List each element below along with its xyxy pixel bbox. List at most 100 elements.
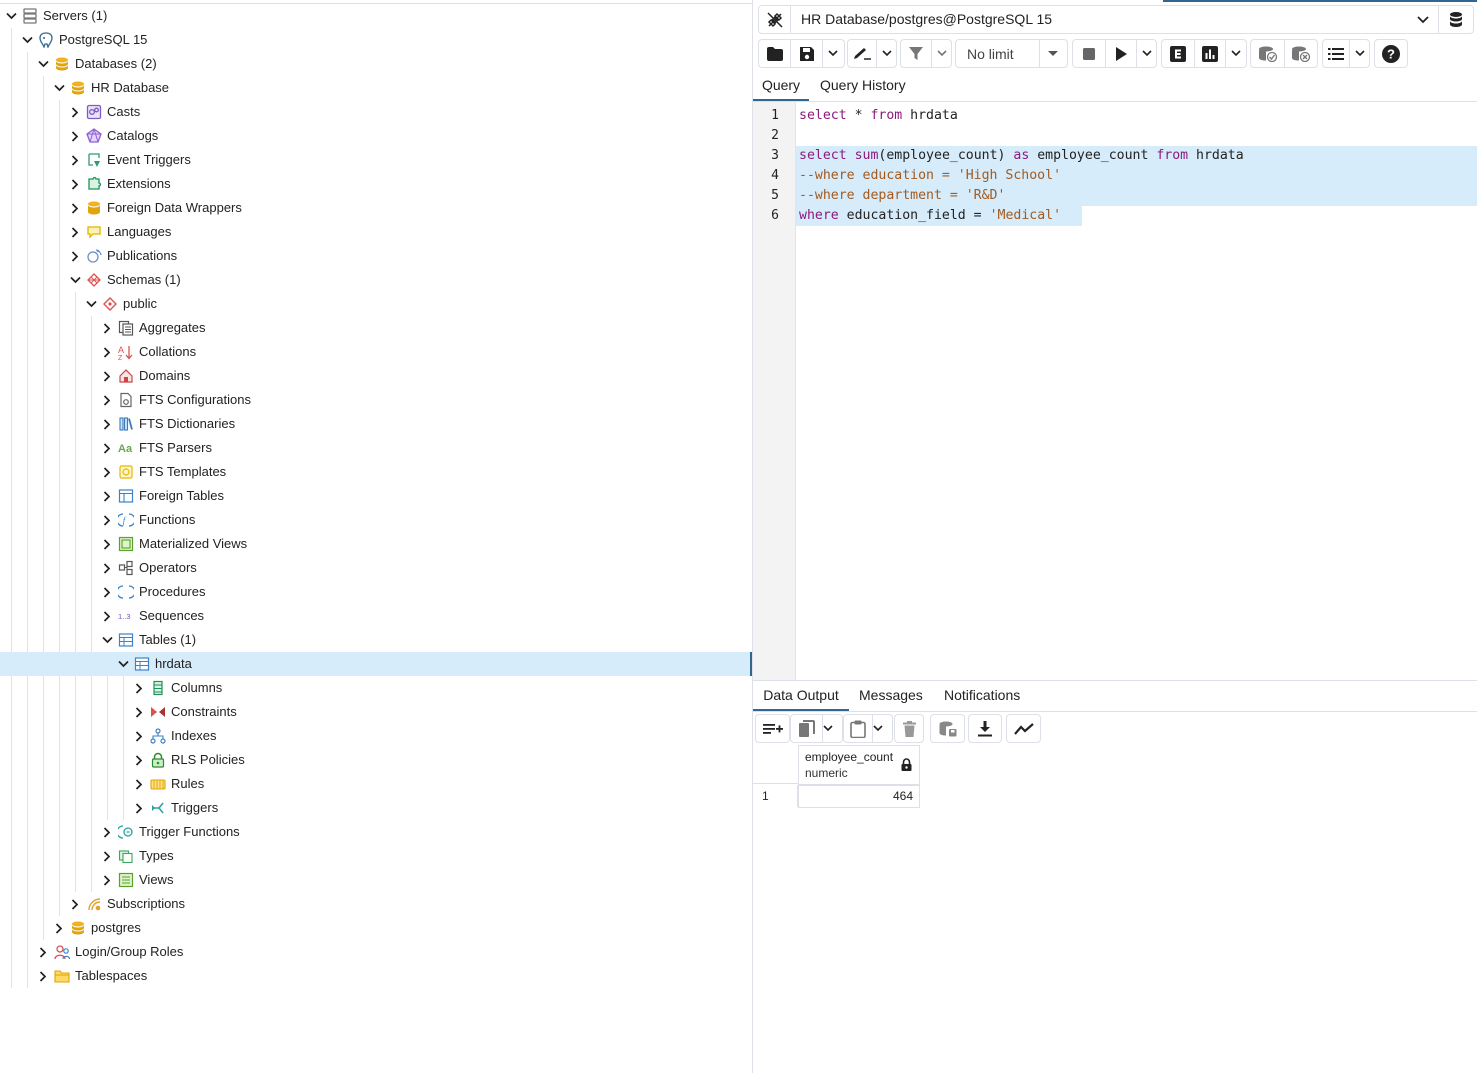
- filter-options-dropdown[interactable]: [932, 40, 951, 67]
- tree-node-databases-2[interactable]: Databases (2): [0, 52, 752, 76]
- chevron-right-icon[interactable]: [69, 220, 81, 244]
- tree-node-trigger-functions[interactable]: Trigger Functions: [0, 820, 752, 844]
- chevron-down-icon[interactable]: [69, 268, 81, 292]
- execute-button[interactable]: [1106, 40, 1137, 67]
- chevron-down-icon[interactable]: [101, 628, 113, 652]
- chevron-right-icon[interactable]: [101, 508, 113, 532]
- tree-node-fts-dictionaries[interactable]: FTS Dictionaries: [0, 412, 752, 436]
- tree-node-catalogs[interactable]: Catalogs: [0, 124, 752, 148]
- tab-messages[interactable]: Messages: [859, 681, 923, 709]
- explain-analyze-button[interactable]: [1195, 40, 1226, 67]
- tree-node-triggers[interactable]: Triggers: [0, 796, 752, 820]
- tree-node-materialized-views[interactable]: Materialized Views: [0, 532, 752, 556]
- chevron-down-icon[interactable]: [21, 28, 33, 52]
- chevron-right-icon[interactable]: [69, 100, 81, 124]
- add-row-button[interactable]: [755, 714, 790, 743]
- tree-node-constraints[interactable]: Constraints: [0, 700, 752, 724]
- chevron-right-icon[interactable]: [101, 316, 113, 340]
- chevron-right-icon[interactable]: [101, 844, 113, 868]
- chevron-down-icon[interactable]: [5, 4, 17, 28]
- connection-status-icon[interactable]: [759, 6, 791, 33]
- tree-node-hr-database[interactable]: HR Database: [0, 76, 752, 100]
- chevron-right-icon[interactable]: [133, 724, 145, 748]
- stop-button[interactable]: [1073, 40, 1106, 67]
- copy-button[interactable]: [791, 715, 823, 742]
- tree-node-extensions[interactable]: Extensions: [0, 172, 752, 196]
- chevron-down-icon[interactable]: [85, 292, 97, 316]
- macros-options-dropdown[interactable]: [1350, 40, 1369, 67]
- chevron-right-icon[interactable]: [101, 460, 113, 484]
- tree-node-indexes[interactable]: Indexes: [0, 724, 752, 748]
- chevron-right-icon[interactable]: [101, 340, 113, 364]
- rollback-button[interactable]: [1285, 40, 1317, 67]
- chevron-right-icon[interactable]: [101, 484, 113, 508]
- tree-node-types[interactable]: Types: [0, 844, 752, 868]
- chevron-right-icon[interactable]: [69, 148, 81, 172]
- paste-button[interactable]: [844, 715, 873, 742]
- tab-data-output[interactable]: Data Output: [753, 681, 849, 711]
- tree-node-functions[interactable]: f Functions: [0, 508, 752, 532]
- macros-button[interactable]: [1323, 40, 1350, 67]
- chevron-right-icon[interactable]: [69, 124, 81, 148]
- edit-button[interactable]: [848, 40, 877, 67]
- save-options-dropdown[interactable]: [823, 40, 842, 67]
- save-file-button[interactable]: [791, 40, 823, 67]
- chevron-down-icon[interactable]: [53, 76, 65, 100]
- execute-options-dropdown[interactable]: [1137, 40, 1156, 67]
- tree-node-tablespaces[interactable]: Tablespaces: [0, 964, 752, 988]
- tree-node-subscriptions[interactable]: Subscriptions: [0, 892, 752, 916]
- tree-node-languages[interactable]: Languages: [0, 220, 752, 244]
- chevron-right-icon[interactable]: [101, 820, 113, 844]
- chevron-right-icon[interactable]: [101, 364, 113, 388]
- tree-node-rls-policies[interactable]: RLS Policies: [0, 748, 752, 772]
- tab-query[interactable]: Query: [753, 71, 809, 101]
- paste-options-dropdown[interactable]: [873, 715, 883, 742]
- row-limit-select[interactable]: No limit: [955, 39, 1068, 68]
- row-limit-value[interactable]: No limit: [956, 40, 1040, 67]
- download-button[interactable]: [968, 714, 1002, 743]
- chevron-right-icon[interactable]: [69, 172, 81, 196]
- tree-node-aggregates[interactable]: Aggregates: [0, 316, 752, 340]
- tree-node-login-group-roles[interactable]: Login/Group Roles: [0, 940, 752, 964]
- chevron-down-icon[interactable]: [1408, 6, 1438, 33]
- connection-label[interactable]: HR Database/postgres@PostgreSQL 15: [791, 6, 1408, 33]
- tree-node-procedures[interactable]: Procedures: [0, 580, 752, 604]
- chevron-right-icon[interactable]: [69, 244, 81, 268]
- chevron-right-icon[interactable]: [69, 892, 81, 916]
- tree-node-fts-configurations[interactable]: FTS Configurations: [0, 388, 752, 412]
- row-number[interactable]: 1: [753, 785, 798, 807]
- explain-options-dropdown[interactable]: [1226, 40, 1245, 67]
- tree-node-foreign-tables[interactable]: Foreign Tables: [0, 484, 752, 508]
- save-data-button[interactable]: [930, 714, 965, 743]
- tree-node-fts-parsers[interactable]: Aa FTS Parsers: [0, 436, 752, 460]
- tree-node-hrdata[interactable]: hrdata: [0, 652, 752, 676]
- tree-node-schemas-1[interactable]: Schemas (1): [0, 268, 752, 292]
- tree-node-views[interactable]: Views: [0, 868, 752, 892]
- tree-node-collations[interactable]: A Z Collations: [0, 340, 752, 364]
- tree-node-fts-templates[interactable]: FTS Templates: [0, 460, 752, 484]
- edit-options-dropdown[interactable]: [877, 40, 896, 67]
- chevron-right-icon[interactable]: [101, 412, 113, 436]
- open-file-button[interactable]: [759, 40, 791, 67]
- tree-node-public[interactable]: public: [0, 292, 752, 316]
- tree-node-postgres[interactable]: postgres: [0, 916, 752, 940]
- chevron-down-icon[interactable]: [117, 652, 129, 676]
- tree-node-postgresql-15[interactable]: PostgreSQL 15: [0, 28, 752, 52]
- tree-node-sequences[interactable]: 1..3 Sequences: [0, 604, 752, 628]
- commit-button[interactable]: [1251, 40, 1285, 67]
- chevron-right-icon[interactable]: [101, 580, 113, 604]
- tab-query-history[interactable]: Query History: [820, 71, 906, 99]
- chevron-right-icon[interactable]: [133, 772, 145, 796]
- connection-selector[interactable]: HR Database/postgres@PostgreSQL 15: [758, 5, 1474, 34]
- graph-visualiser-button[interactable]: [1006, 714, 1041, 743]
- tree-node-publications[interactable]: Publications: [0, 244, 752, 268]
- help-button[interactable]: ?: [1374, 39, 1408, 68]
- tree-node-operators[interactable]: Operators: [0, 556, 752, 580]
- chevron-right-icon[interactable]: [37, 940, 49, 964]
- chevron-down-icon[interactable]: [37, 52, 49, 76]
- chevron-right-icon[interactable]: [53, 916, 65, 940]
- chevron-right-icon[interactable]: [101, 436, 113, 460]
- delete-row-button[interactable]: [894, 714, 924, 743]
- tree-node-tables-1[interactable]: Tables (1): [0, 628, 752, 652]
- chevron-right-icon[interactable]: [133, 676, 145, 700]
